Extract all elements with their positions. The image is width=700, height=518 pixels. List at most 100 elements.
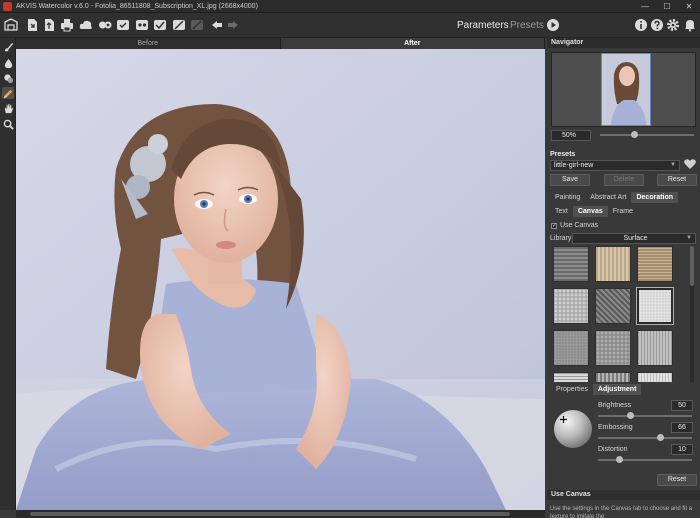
open-icon[interactable]	[25, 18, 39, 32]
batch-icon[interactable]	[98, 18, 112, 32]
image-canvas[interactable]	[16, 49, 545, 510]
texture-item[interactable]	[553, 372, 589, 382]
chevron-down-icon: ▼	[686, 235, 692, 241]
zoom-slider-handle[interactable]	[631, 131, 638, 138]
settings-icon[interactable]	[172, 18, 186, 32]
undo-icon[interactable]	[210, 18, 224, 32]
texture-item[interactable]	[553, 330, 589, 366]
texture-item[interactable]	[553, 288, 589, 324]
navigator-preview[interactable]	[551, 52, 696, 127]
texture-item-selected[interactable]	[636, 287, 674, 325]
embossing-slider[interactable]	[598, 437, 692, 439]
gear-icon[interactable]	[666, 18, 680, 32]
zoom-tool-icon[interactable]	[2, 118, 14, 130]
close-button[interactable]: ✕	[678, 0, 700, 13]
before-after-icon[interactable]	[116, 18, 130, 32]
drop-tool-icon[interactable]	[2, 57, 14, 69]
brightness-slider-handle[interactable]	[627, 412, 634, 419]
tab-adjustment[interactable]: Adjustment	[592, 384, 642, 395]
plugin-icon[interactable]	[135, 18, 149, 32]
favorite-heart-icon[interactable]	[684, 158, 696, 170]
app-logo-icon	[3, 1, 12, 11]
decoration-sub-tabs: Text Canvas Frame	[550, 206, 638, 217]
color-tool-icon[interactable]	[2, 72, 14, 84]
share-icon[interactable]	[79, 18, 93, 32]
brightness-slider[interactable]	[598, 415, 692, 417]
scrollbar-thumb[interactable]	[690, 246, 694, 286]
embossing-slider-handle[interactable]	[657, 434, 664, 441]
texture-item[interactable]	[595, 246, 631, 282]
hand-tool-icon[interactable]	[2, 102, 14, 114]
main-tabs: Painting Abstract Art Decoration	[550, 192, 679, 203]
distortion-slider[interactable]	[598, 459, 692, 461]
home-icon[interactable]	[4, 18, 18, 32]
notification-icon[interactable]	[683, 18, 697, 32]
navigator-thumbnail-image	[602, 54, 650, 125]
navigator-thumbnail[interactable]	[601, 53, 651, 126]
window-title: AKVIS Watercolor v.6.0 - Fotolia_8651180…	[16, 2, 258, 10]
print-icon[interactable]	[60, 18, 74, 32]
brightness-label: Brightness	[598, 402, 632, 409]
hint-text: Use the settings in the Canvas tab to ch…	[550, 506, 693, 518]
adjustment-reset-button[interactable]: Reset	[657, 474, 697, 486]
texture-item[interactable]	[637, 372, 673, 382]
property-tabs: Properties Adjustment	[551, 384, 642, 395]
texture-item[interactable]	[595, 288, 631, 324]
save-icon[interactable]	[42, 18, 56, 32]
disabled-tool-icon	[190, 18, 204, 32]
play-icon[interactable]	[546, 18, 560, 32]
info-icon[interactable]	[634, 18, 648, 32]
use-canvas-checkbox[interactable]: ✓	[551, 223, 557, 229]
canvas-horizontal-scrollbar[interactable]	[16, 510, 545, 518]
library-label: Library	[550, 235, 572, 242]
pencil-tool-icon[interactable]	[2, 87, 14, 99]
reset-preset-button[interactable]: Reset	[657, 174, 697, 186]
texture-item[interactable]	[553, 246, 589, 282]
tab-presets[interactable]: Presets	[510, 20, 544, 31]
minimize-button[interactable]: —	[634, 0, 656, 13]
tab-decoration[interactable]: Decoration	[631, 192, 679, 203]
help-icon[interactable]	[650, 18, 664, 32]
before-after-tabs: Before After	[16, 38, 545, 49]
tab-properties[interactable]: Properties	[551, 384, 593, 395]
scrollbar-thumb[interactable]	[30, 512, 510, 516]
distortion-slider-handle[interactable]	[616, 456, 623, 463]
tab-frame[interactable]: Frame	[608, 206, 638, 217]
texture-item[interactable]	[637, 246, 673, 282]
settings-panel: Navigator 50% Presets little-girl-new ▼ S…	[547, 38, 700, 518]
distortion-label: Distortion	[598, 446, 628, 453]
chevron-down-icon: ▼	[670, 162, 676, 168]
tab-canvas[interactable]: Canvas	[572, 206, 608, 217]
delete-preset-button[interactable]: Delete	[604, 174, 644, 186]
tab-text[interactable]: Text	[550, 206, 573, 217]
texture-item[interactable]	[595, 330, 631, 366]
tab-before[interactable]: Before	[16, 38, 281, 49]
main-toolbar: Parameters Presets	[0, 13, 700, 38]
texture-item[interactable]	[595, 372, 631, 382]
distortion-value[interactable]: 10	[671, 444, 693, 455]
tab-parameters[interactable]: Parameters	[457, 20, 509, 31]
texture-scrollbar[interactable]	[690, 246, 694, 382]
embossing-value[interactable]: 66	[671, 422, 693, 433]
use-canvas-label: Use Canvas	[560, 222, 599, 229]
tab-after[interactable]: After	[280, 38, 545, 49]
tab-painting[interactable]: Painting	[550, 192, 585, 203]
apply-icon[interactable]	[153, 18, 167, 32]
tab-abstract-art[interactable]: Abstract Art	[585, 192, 631, 203]
window-controls: — ☐ ✕	[634, 0, 700, 13]
library-select[interactable]: Surface ▼	[572, 233, 696, 244]
preset-select[interactable]: little-girl-new ▼	[550, 160, 680, 171]
embossing-label: Embossing	[598, 424, 633, 431]
zoom-slider[interactable]	[600, 134, 694, 136]
save-preset-button[interactable]: Save	[550, 174, 590, 186]
light-source-crosshair-icon[interactable]	[560, 416, 567, 423]
zoom-level-select[interactable]: 50%	[551, 130, 591, 141]
brightness-value[interactable]: 50	[671, 400, 693, 411]
texture-grid	[553, 246, 675, 382]
brush-tool-icon[interactable]	[2, 41, 14, 53]
maximize-button[interactable]: ☐	[656, 0, 678, 13]
redo-icon[interactable]	[226, 18, 240, 32]
library-select-value: Surface	[623, 235, 648, 242]
navigator-header: Navigator	[547, 38, 700, 48]
texture-item[interactable]	[637, 330, 673, 366]
